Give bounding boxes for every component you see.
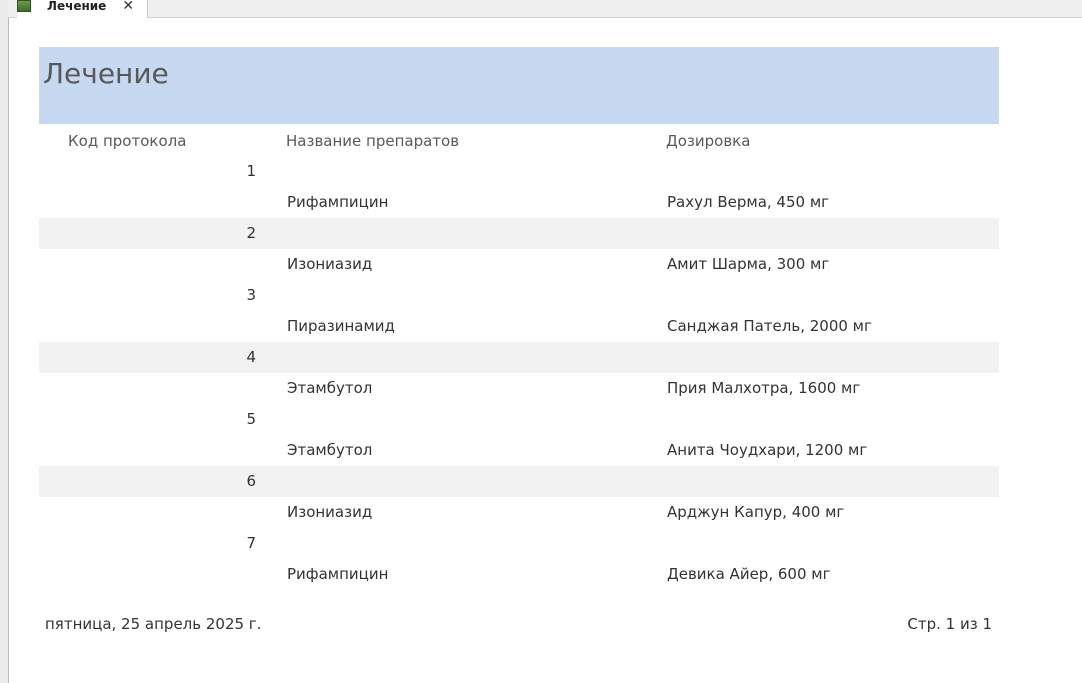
detail-row: Рифампицин Рахул Верма, 450 мг [39, 187, 999, 218]
drug-name: Рифампицин [287, 193, 389, 211]
tab-label: Лечение [47, 0, 107, 13]
report-page: Лечение Код протокола Название препарато… [39, 47, 999, 590]
header-protocol-code: Код протокола [68, 132, 187, 150]
page-number: Стр. 1 из 1 [907, 615, 992, 633]
group-header-row: 3 [39, 280, 999, 311]
group-6: 6 Изониазид Арджун Капур, 400 мг [39, 466, 999, 528]
drug-name: Пиразинамид [287, 317, 395, 335]
report-header: Лечение [39, 47, 999, 124]
drug-name: Этамбутол [287, 441, 373, 459]
group-2: 2 Изониазид Амит Шарма, 300 мг [39, 218, 999, 280]
app-left-border [0, 0, 9, 683]
group-header-row: 6 [39, 466, 999, 497]
group-header-row: 7 [39, 528, 999, 559]
protocol-code: 2 [246, 224, 256, 242]
drug-name: Этамбутол [287, 379, 373, 397]
column-headers: Код протокола Название препаратов Дозиро… [39, 124, 999, 156]
group-1: 1 Рифампицин Рахул Верма, 450 мг [39, 156, 999, 218]
detail-row: Изониазид Амит Шарма, 300 мг [39, 249, 999, 280]
group-5: 5 Этамбутол Анита Чоудхари, 1200 мг [39, 404, 999, 466]
drug-name: Рифампицин [287, 565, 389, 583]
group-3: 3 Пиразинамид Санджая Патель, 2000 мг [39, 280, 999, 342]
header-drug-name: Название препаратов [286, 132, 460, 150]
protocol-code: 1 [246, 162, 256, 180]
group-header-row: 4 [39, 342, 999, 373]
dosage: Амит Шарма, 300 мг [667, 255, 830, 273]
dosage: Девика Айер, 600 мг [667, 565, 831, 583]
group-header-row: 5 [39, 404, 999, 435]
dosage: Рахул Верма, 450 мг [667, 193, 830, 211]
dosage: Прия Малхотра, 1600 мг [667, 379, 861, 397]
tab-report[interactable]: Лечение ✕ [17, 0, 148, 18]
group-header-row: 1 [39, 156, 999, 187]
detail-row: Изониазид Арджун Капур, 400 мг [39, 497, 999, 528]
protocol-code: 4 [246, 348, 256, 366]
protocol-code: 6 [246, 472, 256, 490]
detail-row: Этамбутол Прия Малхотра, 1600 мг [39, 373, 999, 404]
drug-name: Изониазид [287, 503, 373, 521]
close-icon[interactable]: ✕ [122, 0, 134, 14]
dosage: Санджая Патель, 2000 мг [667, 317, 872, 335]
document-tab-bar: Лечение ✕ [8, 0, 1082, 18]
report-title: Лечение [43, 57, 169, 90]
report-date: пятница, 25 апрель 2025 г. [45, 615, 262, 633]
group-header-row: 2 [39, 218, 999, 249]
detail-row: Этамбутол Анита Чоудхари, 1200 мг [39, 435, 999, 466]
protocol-code: 7 [246, 534, 256, 552]
group-4: 4 Этамбутол Прия Малхотра, 1600 мг [39, 342, 999, 404]
header-dosage: Дозировка [666, 132, 751, 150]
dosage: Арджун Капур, 400 мг [667, 503, 845, 521]
report-icon [17, 0, 31, 12]
drug-name: Изониазид [287, 255, 373, 273]
protocol-code: 5 [246, 410, 256, 428]
dosage: Анита Чоудхари, 1200 мг [667, 441, 868, 459]
protocol-code: 3 [246, 286, 256, 304]
detail-row: Пиразинамид Санджая Патель, 2000 мг [39, 311, 999, 342]
detail-row: Рифампицин Девика Айер, 600 мг [39, 559, 999, 590]
group-7: 7 Рифампицин Девика Айер, 600 мг [39, 528, 999, 590]
